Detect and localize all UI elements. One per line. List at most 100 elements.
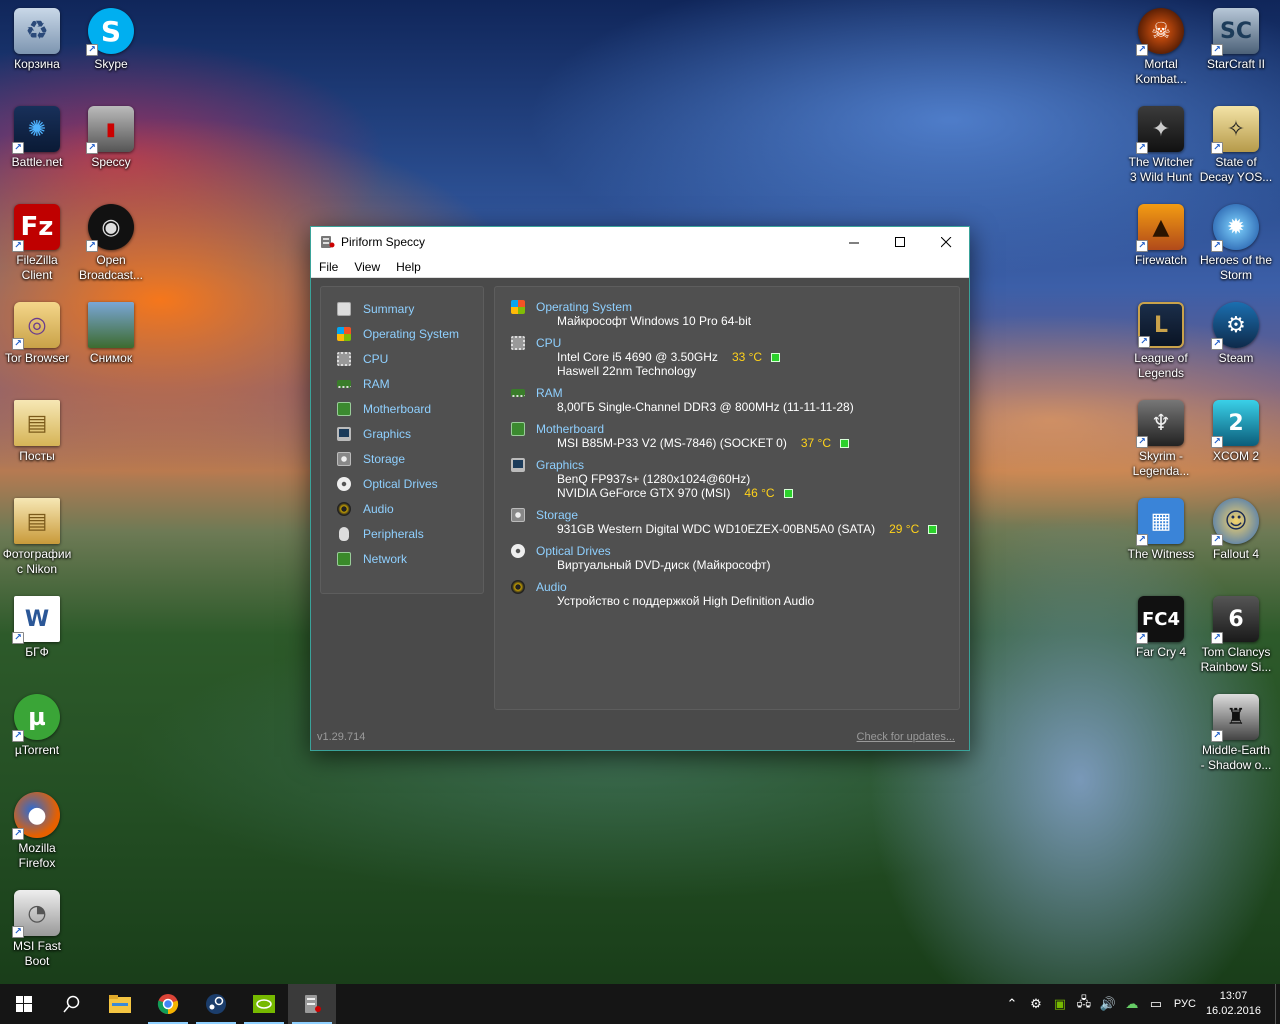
steam-tray-icon[interactable]: ⚙: [1024, 996, 1048, 1012]
system-tray: ⌃ ⚙ ▣ 🖧 🔊 ☁ ▭ РУС 13:07 16.02.2016: [1000, 984, 1280, 1024]
cpu-temperature: 33 °C: [731, 350, 763, 364]
desktop-icon-snimok[interactable]: Снимок: [74, 302, 148, 366]
desktop-icon-filezilla[interactable]: Fz ↗ FileZilla Client: [0, 204, 74, 283]
nav-item-storage[interactable]: Storage: [321, 446, 483, 471]
desktop-icon-state-of-decay[interactable]: ✧ ↗ State of Decay YOS...: [1199, 106, 1273, 185]
xcom-icon: 2 ↗: [1211, 400, 1259, 448]
section-title[interactable]: Audio: [536, 580, 567, 594]
desktop-icon-league-of-legends[interactable]: L ↗ League of Legends: [1124, 302, 1198, 381]
desktop-icon-photos[interactable]: ▤ Фотографии с Nikon: [0, 498, 74, 577]
check-for-updates-link[interactable]: Check for updates...: [857, 731, 955, 743]
section-title[interactable]: Motherboard: [536, 422, 604, 436]
motherboard-icon: [337, 401, 351, 416]
desktop-icon-label: Skype: [94, 57, 128, 71]
nav-label: Storage: [363, 451, 406, 466]
close-button[interactable]: [923, 227, 969, 257]
desktop-icon-xcom[interactable]: 2 ↗ XCOM 2: [1199, 400, 1273, 464]
desktop-icon-mortal-kombat[interactable]: ☠ ↗ Mortal Kombat...: [1124, 8, 1198, 87]
desktop-icon-witcher[interactable]: ✦ ↗ The Witcher 3 Wild Hunt: [1124, 106, 1198, 185]
maximize-button[interactable]: [877, 227, 923, 257]
menu-view[interactable]: View: [346, 260, 388, 274]
desktop-icon-steam[interactable]: ⚙ ↗ Steam: [1199, 302, 1273, 366]
network-icon[interactable]: 🖧: [1072, 993, 1096, 1015]
desktop-icon-starcraft[interactable]: SC ↗ StarCraft II: [1199, 8, 1273, 72]
notifications-icon[interactable]: ▭: [1144, 996, 1168, 1012]
volume-icon[interactable]: 🔊: [1096, 996, 1120, 1012]
nav-item-motherboard[interactable]: Motherboard: [321, 396, 483, 421]
chevron-up-icon[interactable]: ⌃: [1000, 996, 1024, 1012]
speccy-window[interactable]: Piriform Speccy File View Help Summary O…: [310, 226, 970, 751]
desktop-icon-speccy[interactable]: ▮ ↗ Speccy: [74, 106, 148, 170]
steam-icon: [206, 994, 226, 1014]
nav-item-ram[interactable]: RAM: [321, 371, 483, 396]
taskbar-speccy[interactable]: [288, 984, 336, 1024]
steam-icon: ⚙ ↗: [1211, 302, 1259, 350]
nav-item-audio[interactable]: Audio: [321, 496, 483, 521]
desktop-icon-battlenet[interactable]: ✺ ↗ Battle.net: [0, 106, 74, 170]
nvidia-tray-icon[interactable]: ▣: [1048, 996, 1072, 1012]
desktop-icon-skyrim[interactable]: ♆ ↗ Skyrim - Legenda...: [1124, 400, 1198, 479]
nav-item-optical-drives[interactable]: Optical Drives: [321, 471, 483, 496]
nav-label: Peripherals: [363, 526, 424, 541]
section-title[interactable]: Optical Drives: [536, 544, 611, 558]
desktop-icon-skype[interactable]: S ↗ Skype: [74, 8, 148, 72]
optical-drive: Виртуальный DVD-диск (Майкрософт): [557, 558, 771, 572]
desktop-icon-bgf[interactable]: W ↗ БГФ: [0, 596, 74, 660]
search-button[interactable]: [48, 984, 96, 1024]
close-icon: [940, 236, 951, 247]
desktop-icon-tor-browser[interactable]: ◎ ↗ Tor Browser: [0, 302, 74, 366]
desktop-icon-label: Снимок: [89, 351, 133, 365]
section-title[interactable]: Operating System: [536, 300, 632, 314]
desktop-icon-label: Heroes of the Storm: [1199, 253, 1273, 282]
nav-item-summary[interactable]: Summary: [321, 296, 483, 321]
desktop-icon-msi-fast-boot[interactable]: ◔ ↗ MSI Fast Boot: [0, 890, 74, 969]
taskbar-steam[interactable]: [192, 984, 240, 1024]
maximize-icon: [894, 236, 905, 247]
mouse-icon: [339, 526, 349, 541]
section-title[interactable]: RAM: [536, 386, 563, 400]
section-title[interactable]: CPU: [536, 336, 561, 350]
desktop-icon-rainbow-six[interactable]: 6 ↗ Tom Clancys Rainbow Si...: [1199, 596, 1273, 675]
minimize-button[interactable]: [831, 227, 877, 257]
desktop-icon-middle-earth[interactable]: ♜ ↗ Middle-Earth - Shadow o...: [1199, 694, 1273, 773]
nav-item-peripherals[interactable]: Peripherals: [321, 521, 483, 546]
clock[interactable]: 13:07 16.02.2016: [1206, 989, 1261, 1019]
language-indicator[interactable]: РУС: [1174, 998, 1196, 1010]
start-button[interactable]: [0, 984, 48, 1024]
desktop-icon-label: League of Legends: [1134, 351, 1188, 380]
nav-label: Summary: [363, 301, 415, 316]
optical-disc-icon: [337, 476, 351, 491]
taskbar-file-explorer[interactable]: [96, 984, 144, 1024]
desktop-icon-the-witness[interactable]: ▦ ↗ The Witness: [1124, 498, 1198, 562]
section-title[interactable]: Storage: [536, 508, 578, 522]
desktop-icon-posty[interactable]: ▤ Посты: [0, 400, 74, 464]
desktop-icon-heroes[interactable]: ✹ ↗ Heroes of the Storm: [1199, 204, 1273, 283]
nav-label: Optical Drives: [363, 476, 438, 491]
desktop-icon-firewatch[interactable]: ▲ ↗ Firewatch: [1124, 204, 1198, 268]
folder-icon: ▤: [14, 498, 60, 544]
minimize-icon: [848, 242, 859, 243]
nav-item-graphics[interactable]: Graphics: [321, 421, 483, 446]
desktop-icon-obs[interactable]: ◉ ↗ Open Broadcast...: [74, 204, 148, 283]
desktop-icon-recycle-bin[interactable]: ♻ Корзина: [0, 8, 74, 72]
cloud-sync-icon[interactable]: ☁: [1120, 996, 1144, 1012]
speccy-icon: [305, 995, 321, 1013]
nav-item-network[interactable]: Network: [321, 546, 483, 571]
section-operating-system: Operating System Майкрософт Windows 10 P…: [511, 299, 959, 328]
taskbar-chrome[interactable]: [144, 984, 192, 1024]
show-desktop-button[interactable]: [1275, 984, 1280, 1024]
nav-item-cpu[interactable]: CPU: [321, 346, 483, 371]
desktop-icon-far-cry[interactable]: FC4 ↗ Far Cry 4: [1124, 596, 1198, 660]
title-bar[interactable]: Piriform Speccy: [311, 227, 969, 257]
taskbar-nvidia[interactable]: [240, 984, 288, 1024]
desktop-icon-utorrent[interactable]: µ ↗ µTorrent: [0, 694, 74, 758]
clock-time: 13:07: [1219, 990, 1248, 1002]
nvidia-icon: [253, 995, 275, 1013]
menu-help[interactable]: Help: [388, 260, 429, 274]
section-title[interactable]: Graphics: [536, 458, 584, 472]
desktop-icon-fallout[interactable]: ☺ ↗ Fallout 4: [1199, 498, 1273, 562]
menu-file[interactable]: File: [311, 260, 346, 274]
desktop-icon-firefox[interactable]: ● ↗ Mozilla Firefox: [0, 792, 74, 871]
summary-content-panel: Operating System Майкрософт Windows 10 P…: [494, 286, 960, 710]
nav-item-operating-system[interactable]: Operating System: [321, 321, 483, 346]
